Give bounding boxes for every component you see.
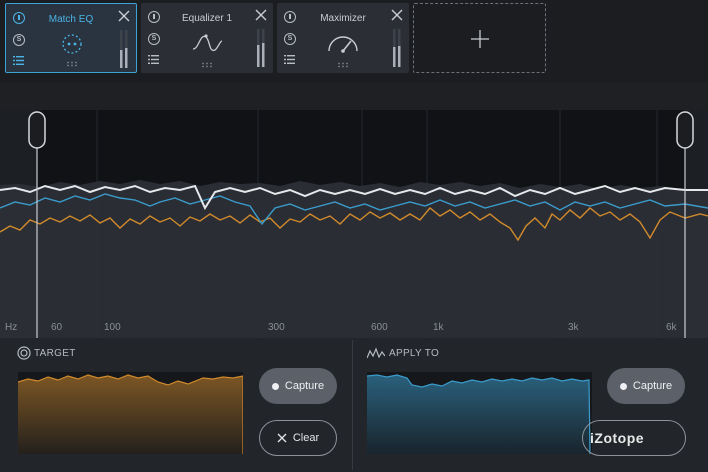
module-name: Equalizer 1 — [181, 13, 233, 24]
button-label: Clear — [292, 432, 320, 444]
close-icon[interactable] — [391, 9, 403, 21]
panel-divider — [352, 340, 353, 470]
close-icon[interactable] — [255, 9, 267, 21]
module-name: Match EQ — [48, 14, 94, 25]
ozone-match-eq-window: S Match EQ S Equalizer 1 S Maximizer Hz … — [0, 0, 708, 472]
freq-label: 600 — [371, 322, 388, 333]
button-label: Capture — [284, 380, 325, 392]
solo-button[interactable]: S — [148, 33, 160, 45]
record-dot-icon — [619, 382, 627, 390]
menu-icon[interactable] — [284, 55, 295, 64]
freq-label: 6k — [666, 322, 677, 333]
target-spectrum-thumb — [17, 372, 244, 454]
level-meter — [120, 30, 128, 68]
band-bar — [0, 82, 708, 110]
module-match-eq[interactable]: S Match EQ — [5, 3, 137, 73]
module-chain: S Match EQ S Equalizer 1 S Maximizer — [0, 0, 708, 82]
button-label: Capture — [632, 380, 673, 392]
menu-icon[interactable] — [148, 55, 159, 64]
menu-icon[interactable] — [13, 56, 24, 65]
close-icon — [277, 433, 287, 443]
level-meter — [257, 29, 265, 67]
spectrum-graph — [0, 110, 708, 338]
gauge-icon — [328, 36, 358, 53]
waveform-icon — [367, 347, 385, 359]
module-equalizer-1[interactable]: S Equalizer 1 — [141, 3, 273, 73]
solo-button[interactable]: S — [13, 34, 25, 46]
record-dot-icon — [271, 382, 279, 390]
watermark: iZotope — [590, 430, 645, 446]
freq-label: 100 — [104, 322, 121, 333]
match-eq-icon — [62, 34, 82, 54]
freq-label: 300 — [268, 322, 285, 333]
freq-label: 3k — [568, 322, 579, 333]
apply-to-title: APPLY TO — [389, 348, 440, 359]
solo-button[interactable]: S — [284, 33, 296, 45]
eq-curve-icon — [192, 34, 223, 52]
spectrum-display[interactable]: Hz 60 100 300 600 1k 3k 6k — [0, 110, 708, 338]
capture-panels: TARGET Capture Clear APPLY TO Capture — [0, 338, 708, 472]
reference-spectrum — [0, 180, 708, 338]
drag-handle-icon[interactable] — [66, 61, 78, 67]
low-range-handle[interactable] — [28, 111, 46, 149]
module-name: Maximizer — [320, 13, 366, 24]
high-range-handle[interactable] — [676, 111, 694, 149]
freq-label: 60 — [51, 322, 63, 333]
apply-to-capture-button[interactable]: Capture — [607, 368, 685, 404]
drag-handle-icon[interactable] — [337, 62, 349, 68]
apply-to-spectrum-thumb — [366, 372, 592, 455]
drag-handle-icon[interactable] — [201, 62, 213, 68]
target-icon — [17, 346, 31, 360]
freq-label: 1k — [433, 322, 444, 333]
target-clear-button[interactable]: Clear — [259, 420, 337, 456]
level-meter — [393, 29, 401, 67]
module-maximizer[interactable]: S Maximizer — [277, 3, 409, 73]
freq-unit-label: Hz — [5, 322, 18, 333]
close-icon[interactable] — [118, 10, 130, 22]
plus-icon[interactable] — [471, 30, 489, 48]
target-title: TARGET — [34, 348, 76, 359]
target-capture-button[interactable]: Capture — [259, 368, 337, 404]
add-module-slot[interactable] — [413, 3, 546, 73]
